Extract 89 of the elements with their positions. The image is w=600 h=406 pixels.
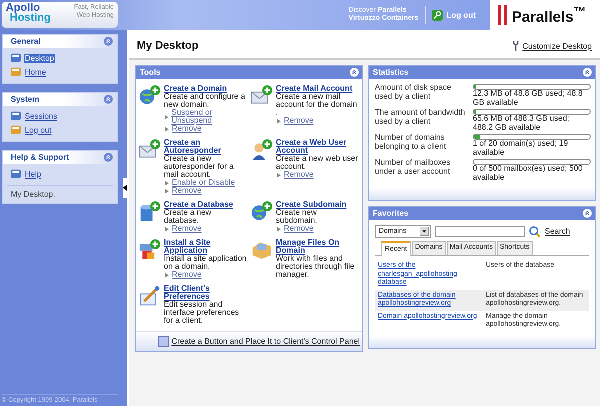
menu-icon: [11, 67, 21, 77]
bullet-icon: [165, 188, 169, 194]
bullet-icon: [165, 126, 169, 132]
database-add-icon: [139, 201, 161, 223]
sidebar-link[interactable]: Help: [24, 170, 42, 178]
collapse-icon[interactable]: [104, 37, 113, 46]
panel-title: Tools: [140, 68, 161, 77]
key-icon[interactable]: [432, 10, 443, 20]
brand-logo: Parallels$^{™}$: [512, 4, 586, 26]
collapse-handle[interactable]: [123, 178, 127, 198]
pen-icon: [139, 285, 161, 307]
stat-label: Number of mailboxes under a user account: [375, 159, 452, 178]
bullet-icon: [165, 114, 169, 120]
action-link[interactable]: Remove: [284, 117, 314, 125]
collapse-icon[interactable]: [104, 95, 113, 104]
tool-link[interactable]: Create an Autoresponder: [164, 139, 247, 155]
sidebar-link[interactable]: Log out: [24, 126, 53, 134]
page-title: My Desktop: [137, 40, 199, 52]
tool-description: Create a new database.: [164, 209, 213, 225]
globe-add-icon: [139, 85, 161, 107]
usage-reading: 12.3 MB of 48.8 GB used; 48.8 GB available: [473, 90, 584, 107]
action-link[interactable]: Remove: [284, 171, 314, 179]
stat-label: Amount of disk space used by a client: [375, 84, 452, 103]
tool-link[interactable]: Install a Site Application: [164, 239, 247, 255]
bullet-icon: [277, 226, 281, 232]
tool-link[interactable]: Edit Client's Preferences: [164, 285, 247, 301]
search-field[interactable]: [435, 226, 525, 237]
panel-title: Statistics: [373, 68, 409, 77]
tool-description: Work with files and directories through file manager.: [276, 255, 356, 279]
tool-link[interactable]: Create Subdomain: [276, 201, 359, 209]
collapse-icon[interactable]: [350, 68, 359, 77]
bullet-icon: [277, 172, 281, 178]
app-add-icon: [139, 239, 161, 261]
mail-add-icon: [139, 139, 161, 161]
mail-add-icon: [251, 85, 273, 107]
section-title: System: [11, 95, 40, 104]
search-icon: [529, 226, 541, 238]
usage-reading: 65.6 MB of 488.3 GB used; 488.2 GB available: [473, 115, 571, 132]
sidebar-link[interactable]: Sessions: [24, 112, 58, 120]
sidebar-link[interactable]: Desktop: [24, 54, 56, 62]
menu-icon: [11, 125, 21, 135]
tool-description: Edit session and interface preferences for a client.: [164, 301, 240, 325]
bullet-icon: [277, 118, 281, 124]
panel-title: Favorites: [373, 209, 409, 218]
collapse-icon[interactable]: [104, 153, 113, 162]
action-link[interactable]: Remove: [284, 225, 314, 233]
action-link[interactable]: Remove: [172, 187, 202, 195]
tool-link[interactable]: Create Mail Account: [276, 85, 359, 93]
section-title: Help & Support: [11, 153, 70, 162]
section-title: General: [11, 37, 41, 46]
customize-link[interactable]: Customize Desktop: [522, 42, 592, 50]
tool-description: Install a site application on a domain.: [164, 255, 247, 271]
tool-link[interactable]: Manage Files On Domain: [276, 239, 359, 255]
action-link[interactable]: Remove: [172, 225, 202, 233]
collapse-icon[interactable]: [583, 68, 592, 77]
menu-icon: [11, 53, 21, 63]
tool-description: Create and configure a new domain.: [164, 93, 246, 109]
menu-icon: [11, 111, 21, 121]
logo-text: Hosting: [10, 13, 51, 23]
tool-link[interactable]: Create a Domain: [164, 85, 247, 93]
button-icon: [158, 336, 169, 347]
tool-description: Create a new mail account for the domain .: [276, 93, 358, 117]
collapse-icon[interactable]: [583, 209, 592, 218]
wrench-icon: [512, 40, 520, 52]
tool-link[interactable]: Create a Web User Account: [276, 139, 359, 155]
sidebar-link[interactable]: Home: [24, 68, 48, 76]
user-add-icon: [251, 139, 273, 161]
bullet-icon: [165, 180, 169, 186]
action-link[interactable]: Suspend or Unsuspend: [172, 109, 247, 125]
action-link[interactable]: Remove: [172, 271, 202, 279]
tool-description: Create a new autoresponder for a mail account.: [164, 155, 235, 179]
action-link[interactable]: Remove: [172, 125, 202, 133]
tool-link[interactable]: Create a Database: [164, 201, 247, 209]
logo-text: Apollo: [6, 3, 40, 13]
stat-label: The amount of bandwidth used by a client: [375, 109, 466, 128]
bars-icon: [498, 5, 508, 25]
bullet-icon: [165, 226, 169, 232]
tool-description: Create new subdomain.: [276, 209, 318, 225]
tool-description: Create a new web user account.: [276, 155, 359, 171]
stat-label: Number of domains belonging to a client: [375, 134, 448, 153]
menu-icon: [11, 169, 21, 179]
usage-reading: 1 of 20 domain(s) used; 19 available: [473, 140, 570, 157]
dropdown-arrow-icon[interactable]: [420, 227, 429, 236]
action-link[interactable]: Enable or Disable: [172, 179, 236, 187]
usage-reading: 0 of 500 mailbox(es) used; 500 available: [473, 165, 584, 182]
globe-add-icon: [251, 201, 273, 223]
search-link[interactable]: Search: [545, 227, 570, 236]
bullet-icon: [165, 272, 169, 278]
help-text: My Desktop.: [10, 190, 56, 199]
